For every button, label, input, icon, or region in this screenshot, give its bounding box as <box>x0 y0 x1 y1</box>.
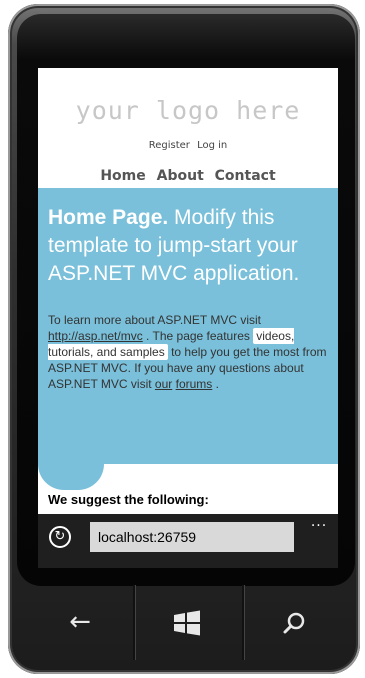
forums-link-part2[interactable]: forums <box>176 377 213 391</box>
nav-about-link[interactable]: About <box>157 168 204 184</box>
back-icon[interactable]: ← <box>30 585 130 660</box>
nav-home-link[interactable]: Home <box>100 168 145 184</box>
search-icon[interactable] <box>244 585 344 660</box>
featured-title: Home Page. <box>48 206 169 229</box>
featured-heading: Home Page. Modify this template to jump-… <box>48 204 330 288</box>
featured-body: To learn more about ASP.NET MVC visit ht… <box>48 312 332 392</box>
aspnet-mvc-link[interactable]: http://asp.net/mvc <box>48 329 143 343</box>
address-bar[interactable]: localhost:26759 <box>90 522 294 552</box>
forums-link-part1[interactable]: our <box>155 377 172 391</box>
login-link[interactable]: Log in <box>197 140 227 151</box>
web-page[interactable]: your logo here Register Log in Home Abou… <box>38 68 338 514</box>
register-link[interactable]: Register <box>149 140 190 151</box>
main-nav: Home About Contact <box>38 168 338 184</box>
login-links: Register Log in <box>38 140 338 151</box>
body-text-2: . The page features <box>142 329 254 343</box>
site-logo[interactable]: your logo here <box>38 96 338 125</box>
refresh-icon[interactable]: ↻ <box>49 526 71 548</box>
featured-section: Home Page. Modify this template to jump-… <box>38 188 338 464</box>
decorative-tab <box>38 464 104 490</box>
nav-contact-link[interactable]: Contact <box>215 168 276 184</box>
phone-screen: your logo here Register Log in Home Abou… <box>38 68 338 568</box>
body-text-1: To learn more about ASP.NET MVC visit <box>48 313 261 327</box>
more-options-icon[interactable]: ... <box>306 514 332 530</box>
browser-bar: ↻ localhost:26759 ... <box>38 514 338 568</box>
hw-divider <box>133 585 135 660</box>
windows-start-icon[interactable] <box>137 585 237 660</box>
body-text-4: . <box>212 377 219 391</box>
suggest-heading: We suggest the following: <box>48 492 209 507</box>
hardware-buttons: ← <box>30 585 340 660</box>
